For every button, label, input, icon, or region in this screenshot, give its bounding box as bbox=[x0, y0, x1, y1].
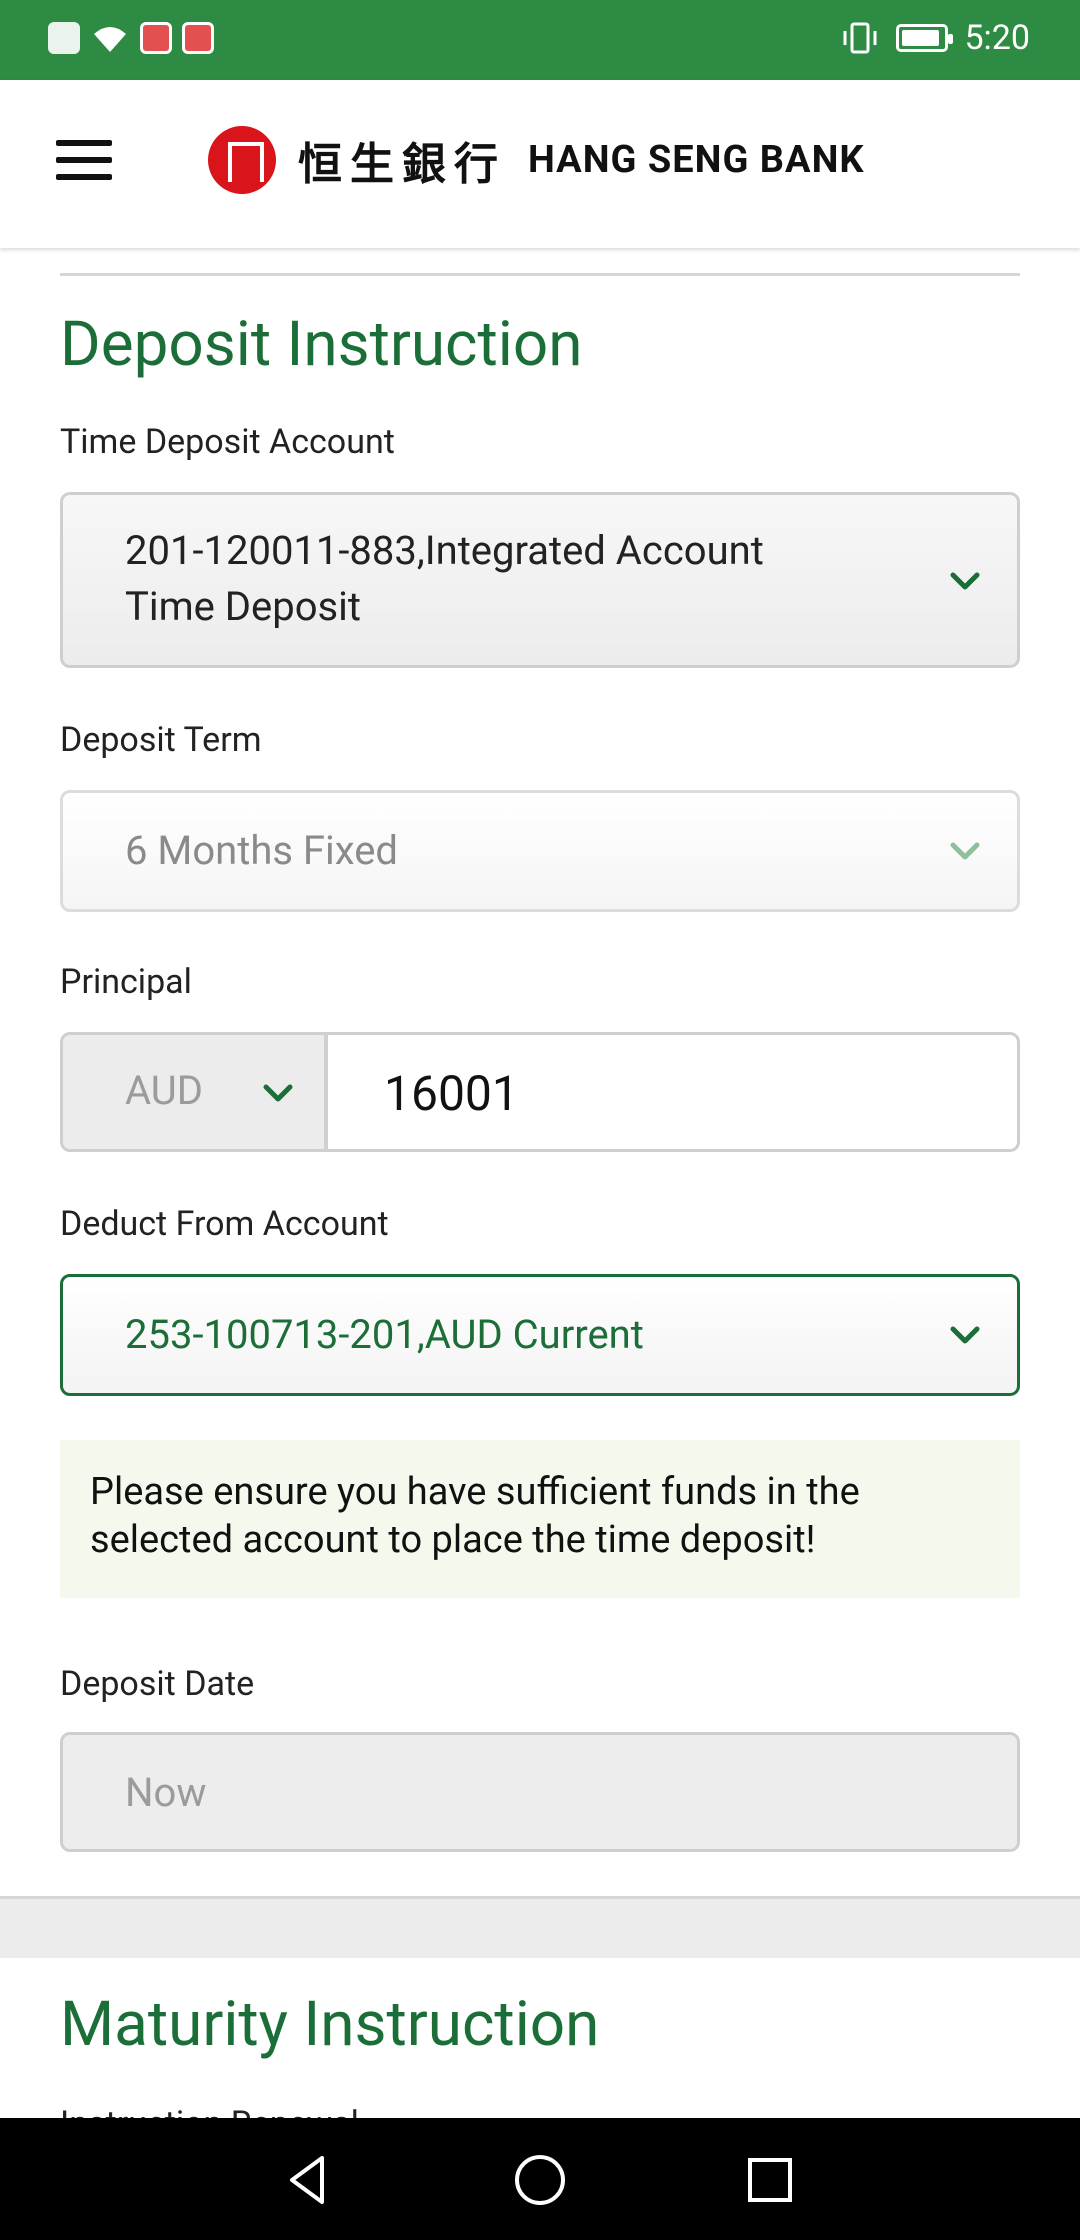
status-bar: 5:20 bbox=[0, 0, 1080, 80]
chevron-down-icon bbox=[260, 1075, 296, 1111]
principal-label: Principal bbox=[60, 962, 192, 1002]
brand-name-english: HANG SENG BANK bbox=[528, 138, 865, 182]
alert-icon bbox=[48, 22, 80, 54]
brand-name-chinese: 恒生銀行 bbox=[298, 139, 506, 190]
principal-amount-input[interactable]: 16001 bbox=[325, 1032, 1020, 1152]
menu-icon[interactable] bbox=[56, 140, 112, 180]
bank-logo[interactable]: 恒生銀行 HANG SENG BANK bbox=[208, 126, 865, 194]
deduct-from-account-select[interactable]: 253-100713-201,AUD Current bbox=[60, 1274, 1020, 1396]
deposit-term-select: 6 Months Fixed bbox=[60, 790, 1020, 912]
deposit-term-label: Deposit Term bbox=[60, 720, 262, 760]
deposit-date-field: Now bbox=[60, 1732, 1020, 1852]
time-deposit-account-select[interactable]: 201-120011-883,Integrated Account Time D… bbox=[60, 492, 1020, 668]
chevron-down-icon bbox=[947, 1317, 983, 1353]
back-icon[interactable] bbox=[278, 2148, 342, 2212]
notification-icons bbox=[48, 22, 214, 54]
huawei-app-icon bbox=[140, 22, 172, 54]
scroll-content[interactable]: Deposit Instruction Time Deposit Account… bbox=[0, 248, 1080, 2118]
deposit-term-value: 6 Months Fixed bbox=[125, 827, 398, 874]
system-status: 5:20 bbox=[840, 18, 1030, 58]
divider bbox=[60, 273, 1020, 276]
deposit-date-label: Deposit Date bbox=[60, 1664, 255, 1704]
app-header: 恒生銀行 HANG SENG BANK bbox=[0, 80, 1080, 248]
system-navigation-bar bbox=[0, 2118, 1080, 2240]
deduct-from-account-label: Deduct From Account bbox=[60, 1204, 389, 1244]
time-deposit-account-label: Time Deposit Account bbox=[60, 422, 395, 462]
time-deposit-account-value-line1: 201-120011-883,Integrated Account bbox=[125, 527, 764, 574]
currency-select: AUD bbox=[60, 1032, 327, 1152]
battery-icon bbox=[896, 24, 954, 52]
clock: 5:20 bbox=[964, 18, 1030, 58]
sufficient-funds-notice: Please ensure you have sufficient funds … bbox=[60, 1440, 1020, 1598]
deposit-instruction-title: Deposit Instruction bbox=[60, 308, 583, 381]
notice-text: Please ensure you have sufficient funds … bbox=[90, 1470, 860, 1562]
instruction-renewal-label: Instruction Renewal bbox=[60, 2104, 359, 2118]
section-separator bbox=[0, 1896, 1080, 1958]
principal-amount-value: 16001 bbox=[384, 1065, 519, 1122]
book-app-icon bbox=[182, 22, 214, 54]
wifi-icon bbox=[94, 27, 126, 52]
chevron-down-icon bbox=[947, 563, 983, 599]
chevron-down-icon bbox=[947, 833, 983, 869]
maturity-instruction-title: Maturity Instruction bbox=[60, 1988, 600, 2061]
vibrate-icon bbox=[843, 22, 877, 54]
time-deposit-account-value-line2: Time Deposit bbox=[125, 583, 361, 630]
currency-value: AUD bbox=[125, 1067, 203, 1114]
principal-group: AUD 16001 bbox=[60, 1032, 1020, 1152]
hang-seng-logo-icon bbox=[208, 126, 276, 194]
deposit-date-value: Now bbox=[125, 1769, 207, 1816]
deduct-from-account-value: 253-100713-201,AUD Current bbox=[125, 1311, 644, 1358]
home-icon[interactable] bbox=[508, 2148, 572, 2212]
recents-icon[interactable] bbox=[738, 2148, 802, 2212]
